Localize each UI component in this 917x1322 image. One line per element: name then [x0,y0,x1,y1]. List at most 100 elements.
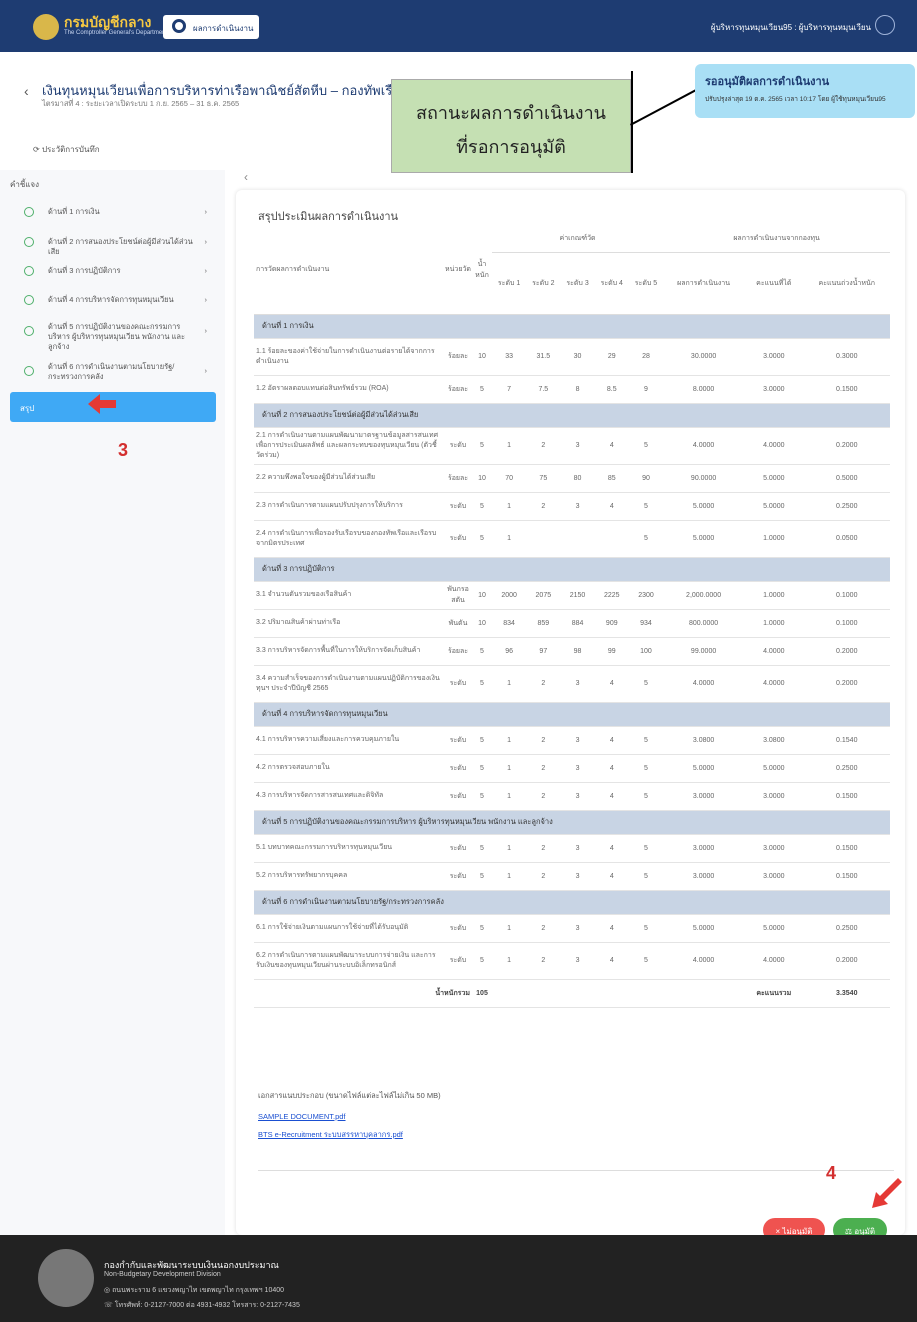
table-cell: 1 [492,665,527,703]
table-cell: 0.1500 [803,375,890,404]
table-cell: 1 [492,492,527,521]
collapse-chevron-icon[interactable]: ‹ [244,170,248,184]
table-cell: 4.3 การบริหารจัดการสารสนเทศและดิจิทัล [254,782,444,811]
table-cell: 5 [628,914,664,943]
table-cell: 1 [492,427,527,465]
table-cell: 3 [560,942,595,980]
table-cell: 2.3 การดำเนินการตามแผนปรับปรุงการให้บริก… [254,492,444,521]
chevron-right-icon: › [204,326,208,335]
category-row: ด้านที่ 3 การปฏิบัติการ [254,557,890,582]
user-icon[interactable] [875,15,895,35]
table-cell: 5 [628,492,664,521]
category-label: ด้านที่ 3 การปฏิบัติการ [254,557,890,582]
table-cell: 3.0000 [744,782,804,811]
table-cell: 5.0000 [744,914,804,943]
table-cell: 3 [560,427,595,465]
total-score: 3.3540 [803,979,890,1008]
total-weight-label: น้ำหนักรวม [254,979,472,1008]
table-cell: 0.3000 [803,338,890,376]
table-cell: 1 [492,914,527,943]
table-cell: 3 [560,782,595,811]
table-cell: 4 [594,427,629,465]
table-cell: ระดับ [444,834,472,863]
table-cell: 2 [526,834,561,863]
category-label: ด้านที่ 2 การสนองประโยชน์ต่อผู้มีส่วนได้… [254,403,890,428]
sidebar-item-operations[interactable]: ด้านที่ 3 การปฏิบัติการ › [10,264,215,278]
sidebar-title[interactable]: คำชี้แจง [10,178,39,191]
table-cell: 1 [492,782,527,811]
sidebar-item-finance[interactable]: ด้านที่ 1 การเงิน › [10,205,215,219]
table-cell: 4 [594,492,629,521]
table-cell: 3.0000 [663,834,745,863]
table-cell: 0.1500 [803,834,890,863]
table-cell: ร้อยละ [444,338,472,376]
table-row: 1.2 อัตราผลตอบแทนต่อสินทรัพย์รวม (ROA) ร้… [254,375,890,404]
sidebar-item-policy[interactable]: ด้านที่ 6 การดำเนินงานตามนโยบายรัฐ/กระทร… [10,360,215,384]
table-cell: 5.0000 [744,754,804,783]
table-cell: 5 [628,726,664,755]
table-cell: ระดับ [444,492,472,521]
table-cell: 2.4 การดำเนินการเพื่อรองรับเรือรบของกองท… [254,520,444,558]
attachment-link[interactable]: SAMPLE DOCUMENT.pdf [258,1112,346,1121]
tab-performance[interactable]: ผลการดำเนินงาน [163,15,259,39]
table-cell: 3 [560,914,595,943]
table-cell: 859 [526,609,561,638]
table-row: 4.1 การบริหารความเสี่ยงและการควบคุมภายใน… [254,726,890,755]
table-cell [560,520,595,558]
category-row: ด้านที่ 5 การปฏิบัติงานของคณะกรรมการบริห… [254,810,890,835]
sidebar-item-label: ด้านที่ 1 การเงิน [48,207,100,216]
table-row: 5.2 การบริหารทรัพยากรบุคคล ระดับ 5 1 2 3 4 5 3.0… [254,862,890,891]
chevron-right-icon: › [204,366,208,375]
table-cell: 5 [628,862,664,891]
table-cell: 4 [594,782,629,811]
table-cell: 90.0000 [663,464,745,493]
category-label: ด้านที่ 5 การปฏิบัติงานของคณะกรรมการบริห… [254,810,890,835]
sidebar-item-label: ด้านที่ 5 การปฏิบัติงานของคณะกรรมการบริห… [48,322,186,351]
check-circle-icon [24,266,34,276]
table-cell: 1.0000 [744,609,804,638]
user-info[interactable]: ผู้บริหารทุนหมุนเวียน95 : ผู้บริหารทุนหม… [711,21,871,34]
table-cell: 5.0000 [663,914,745,943]
table-cell: 3.0000 [744,375,804,404]
table-cell: ร้อยละ [444,464,472,493]
table-cell: 0.1000 [803,609,890,638]
table-cell: 3.0000 [744,862,804,891]
category-row: ด้านที่ 4 การบริหารจัดการทุนหมุนเวียน [254,702,890,727]
check-circle-icon [24,366,34,376]
table-row: 3.3 การบริหารจัดการพื้นที่ในการให้บริการ… [254,637,890,666]
table-row: 2.3 การดำเนินการตามแผนปรับปรุงการให้บริก… [254,492,890,521]
table-cell: 97 [526,637,561,666]
history-link[interactable]: ⟳ ประวัติการบันทึก [33,143,100,156]
sidebar-item-board[interactable]: ด้านที่ 5 การปฏิบัติงานของคณะกรรมการบริห… [10,320,215,351]
table-cell: 5.0000 [744,492,804,521]
table-cell: ระดับ [444,726,472,755]
table-cell: 100 [628,637,664,666]
table-cell: 0.2000 [803,637,890,666]
table-cell: 30.0000 [663,338,745,376]
table-cell: 8.0000 [663,375,745,404]
sidebar-item-management[interactable]: ด้านที่ 4 การบริหารจัดการทุนหมุนเวียน › [10,293,215,307]
table-cell: 4 [594,754,629,783]
page-subtitle: ไตรมาสที่ 4 : ระยะเวลาเปิดระบบ 1 ก.ย. 25… [42,99,240,108]
cgd-logo-icon [33,14,59,40]
table-cell: 4.0000 [663,942,745,980]
table-row: 5.1 บทบาทคณะกรรมการบริหารทุนหมุนเวียน ระด… [254,834,890,863]
back-chevron-icon[interactable]: ‹ [24,83,29,99]
table-cell: 5 [472,726,492,755]
table-cell: 5 [472,942,492,980]
th-level4: ระดับ 4 [594,252,629,315]
sidebar-item-stakeholders[interactable]: ด้านที่ 2 การสนองประโยชน์ต่อผู้มีส่วนได้… [10,235,215,256]
table-row: 3.1 จำนวนตันรวมของเรือสินค้า พันกรอสตัน 10… [254,581,890,610]
table-cell: 5 [628,520,664,558]
table-cell: 70 [492,464,527,493]
status-title: รออนุมัติผลการดำเนินงาน [705,76,830,88]
footer-org: กองกำกับและพัฒนาระบบเงินนอกงบประมาณ [104,1260,279,1270]
table-cell: 1 [492,754,527,783]
attachments-title: เอกสารแนบประกอบ (ขนาดไฟล์แต่ละไฟล์ไม่เกิ… [258,1091,441,1100]
attachment-link[interactable]: BTS e-Recruitment ระบบสรรหาบุคลากร.pdf [258,1129,403,1141]
table-cell: 5.2 การบริหารทรัพยากรบุคคล [254,862,444,891]
table-cell: ระดับ [444,862,472,891]
table-cell: 75 [526,464,561,493]
th-level2: ระดับ 2 [526,252,561,315]
table-cell: 28 [628,338,664,376]
